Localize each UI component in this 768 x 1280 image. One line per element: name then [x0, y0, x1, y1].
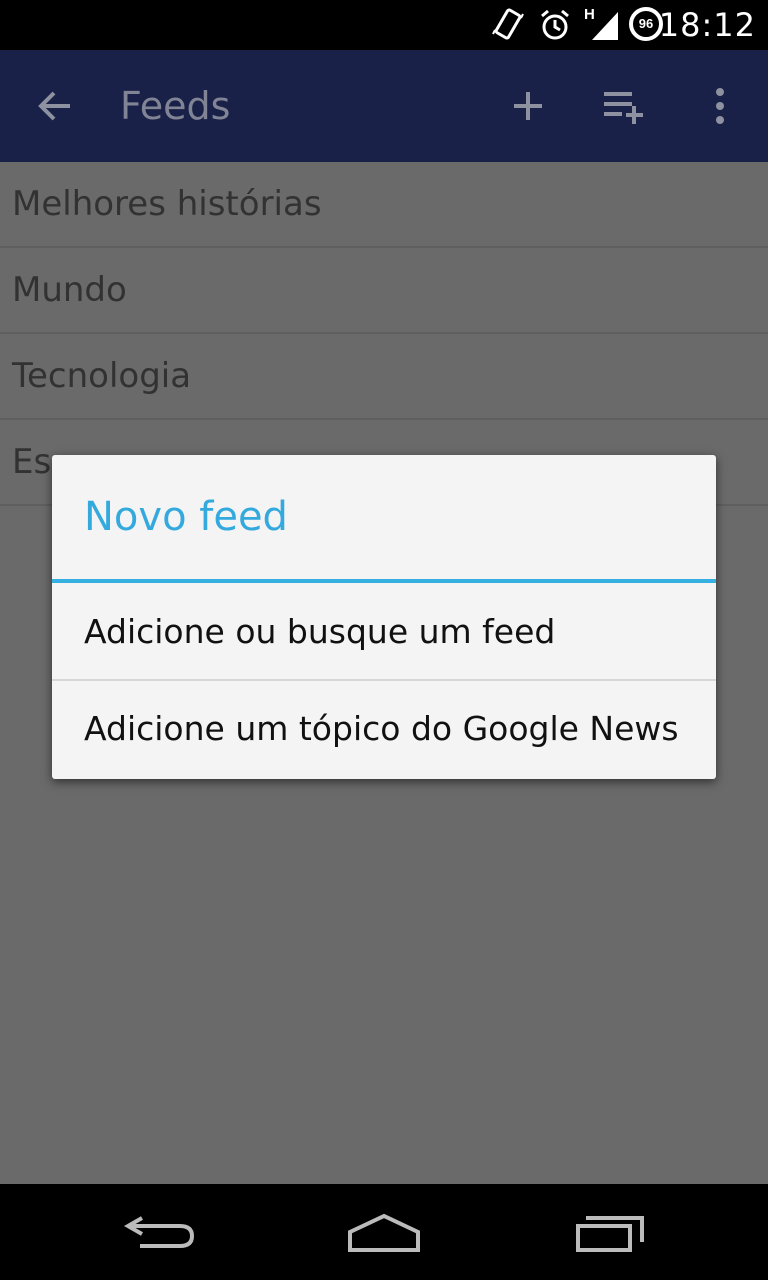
alarm-icon	[538, 8, 572, 47]
list-item-label: Tecnologia	[12, 356, 192, 396]
playlist-add-icon[interactable]	[600, 82, 648, 130]
page-title: Feeds	[120, 84, 231, 128]
list-item-label: Es	[12, 442, 52, 482]
home-icon[interactable]	[344, 1204, 424, 1260]
overflow-menu-icon[interactable]	[696, 82, 744, 130]
new-feed-dialog: Novo feed Adicione ou busque um feed Adi…	[52, 455, 716, 779]
clock: 18:12	[658, 6, 756, 44]
vibrate-icon	[492, 8, 524, 47]
navigation-bar	[0, 1184, 768, 1280]
dialog-title: Novo feed	[52, 455, 716, 583]
recents-icon[interactable]	[570, 1204, 650, 1260]
add-google-news-topic-option[interactable]: Adicione um tópico do Google News	[52, 679, 716, 775]
app-bar: Feeds	[0, 50, 768, 162]
list-item[interactable]: Mundo	[0, 248, 768, 334]
list-item[interactable]: Melhores histórias	[0, 162, 768, 248]
list-item-label: Melhores histórias	[12, 184, 322, 224]
add-or-search-feed-option[interactable]: Adicione ou busque um feed	[52, 583, 716, 679]
signal-icon	[590, 8, 620, 47]
status-bar: H 96 18:12	[0, 0, 768, 50]
list-item-label: Mundo	[12, 270, 127, 310]
list-item[interactable]: Tecnologia	[0, 334, 768, 420]
back-icon[interactable]	[120, 1204, 200, 1260]
back-arrow-icon[interactable]	[32, 82, 80, 130]
add-icon[interactable]	[504, 82, 552, 130]
